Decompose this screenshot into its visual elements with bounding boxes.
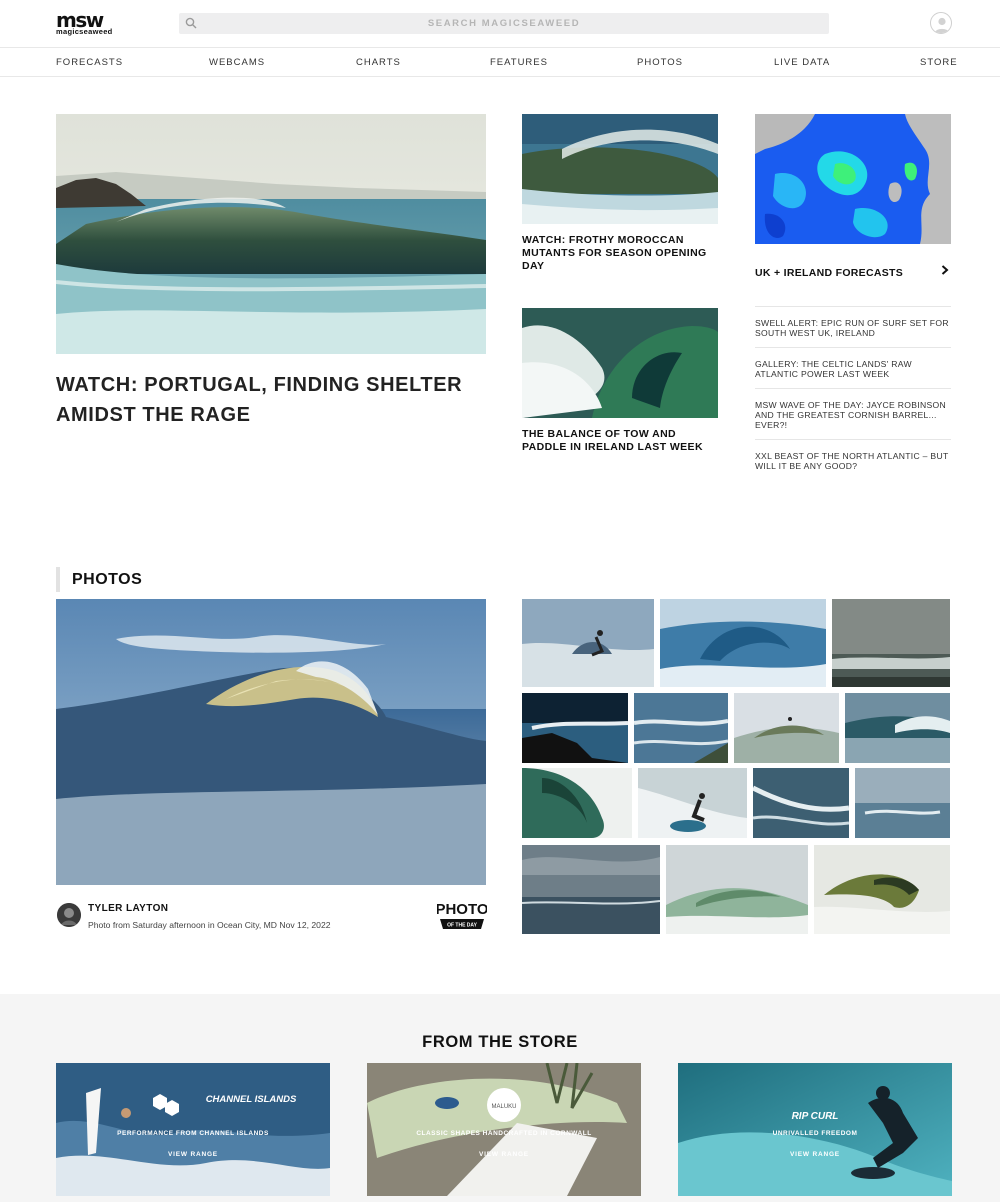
- gallery-thumbnail[interactable]: [814, 845, 950, 934]
- store-tagline: UNRIVALLED FREEDOM: [772, 1130, 858, 1137]
- store-card-rip-curl[interactable]: RIP CURL UNRIVALLED FREEDOM VIEW RANGE: [678, 1063, 952, 1196]
- nav-features[interactable]: FEATURES: [490, 57, 548, 68]
- hero-title[interactable]: WATCH: PORTUGAL, FINDING SHELTER AMIDST …: [56, 370, 476, 430]
- gallery-thumbnail[interactable]: [522, 599, 654, 687]
- store-card-channel-islands[interactable]: CHANNEL ISLANDS PERFORMANCE FROM CHANNEL…: [56, 1063, 330, 1196]
- store-heading: FROM THE STORE: [422, 1033, 578, 1051]
- card-image-morocco[interactable]: [522, 114, 718, 224]
- nav-webcams[interactable]: WEBCAMS: [209, 57, 265, 68]
- gallery-thumbnail[interactable]: [753, 768, 849, 838]
- photographer-avatar[interactable]: [57, 903, 81, 927]
- uk-ireland-forecasts-link[interactable]: UK + IRELAND FORECASTS: [755, 263, 951, 279]
- nav-charts[interactable]: CHARTS: [356, 57, 401, 68]
- photographer-name[interactable]: TYLER LAYTON: [88, 903, 168, 914]
- view-range-button[interactable]: VIEW RANGE: [678, 1151, 952, 1158]
- photos-section-heading: PHOTOS: [56, 567, 142, 592]
- store-tagline: PERFORMANCE FROM CHANNEL ISLANDS: [117, 1130, 269, 1137]
- news-item[interactable]: GALLERY: THE CELTIC LANDS' RAW ATLANTIC …: [755, 347, 951, 388]
- swell-chart-map[interactable]: [755, 114, 951, 244]
- card-image-ireland[interactable]: [522, 308, 718, 418]
- nav-store[interactable]: STORE: [920, 57, 958, 68]
- maluku-logo: MALUKU: [487, 1088, 521, 1122]
- photo-caption: Photo from Saturday afternoon in Ocean C…: [88, 920, 331, 930]
- store-brand-name: RIP CURL: [791, 1111, 839, 1122]
- gallery-thumbnail[interactable]: [522, 845, 660, 934]
- card-title-morocco[interactable]: WATCH: FROTHY MOROCCAN MUTANTS FOR SEASO…: [522, 234, 718, 273]
- nav-live-data[interactable]: LIVE DATA: [774, 57, 830, 68]
- gallery-thumbnail[interactable]: [522, 693, 628, 763]
- logo-mark: msw: [56, 8, 104, 32]
- nav-photos[interactable]: PHOTOS: [637, 57, 683, 68]
- badge-title: PHOTO: [437, 901, 487, 918]
- chevron-right-icon: [941, 265, 949, 275]
- gallery-thumbnail[interactable]: [634, 693, 728, 763]
- search-input[interactable]: [179, 13, 829, 34]
- gallery-thumbnail[interactable]: [734, 693, 839, 763]
- logo-wordmark: magicseaweed: [56, 27, 113, 36]
- nav-forecasts[interactable]: FORECASTS: [56, 57, 123, 68]
- hero-image[interactable]: [56, 114, 486, 354]
- gallery-thumbnail[interactable]: [855, 768, 950, 838]
- account-button[interactable]: [930, 12, 952, 34]
- msw-logo[interactable]: msw magicseaweed: [56, 8, 118, 36]
- user-icon: [934, 17, 950, 33]
- forecast-link-label: UK + IRELAND FORECASTS: [755, 267, 904, 279]
- news-list: SWELL ALERT: EPIC RUN OF SURF SET FOR SO…: [755, 306, 951, 480]
- store-tagline: CLASSIC SHAPES HANDCRAFTED IN CORNWALL: [416, 1130, 592, 1137]
- view-range-button[interactable]: VIEW RANGE: [367, 1151, 641, 1158]
- store-card-maluku[interactable]: MALUKU CLASSIC SHAPES HANDCRAFTED IN COR…: [367, 1063, 641, 1196]
- badge-subtitle: OF THE DAY: [447, 923, 477, 929]
- gallery-thumbnail[interactable]: [845, 693, 950, 763]
- gallery-thumbnail[interactable]: [522, 768, 632, 838]
- store-brand-name: MALUKU: [491, 1104, 516, 1110]
- news-item[interactable]: XXL BEAST OF THE NORTH ATLANTIC – BUT WI…: [755, 439, 951, 480]
- news-item[interactable]: SWELL ALERT: EPIC RUN OF SURF SET FOR SO…: [755, 306, 951, 347]
- gallery-thumbnail[interactable]: [660, 599, 826, 687]
- news-item[interactable]: MSW WAVE OF THE DAY: JAYCE ROBINSON AND …: [755, 388, 951, 439]
- gallery-thumbnail[interactable]: [832, 599, 950, 687]
- photo-of-the-day-image[interactable]: [56, 599, 486, 885]
- card-title-ireland[interactable]: THE BALANCE OF TOW AND PADDLE IN IRELAND…: [522, 428, 718, 454]
- search-bar[interactable]: [179, 13, 829, 34]
- store-brand-name: CHANNEL ISLANDS: [205, 1094, 297, 1105]
- photo-of-the-day-badge: PHOTO OF THE DAY: [435, 897, 489, 933]
- top-bar: msw magicseaweed: [0, 0, 1000, 48]
- gallery-thumbnail[interactable]: [638, 768, 747, 838]
- gallery-thumbnail[interactable]: [666, 845, 808, 934]
- view-range-button[interactable]: VIEW RANGE: [56, 1151, 330, 1158]
- main-nav: FORECASTS WEBCAMS CHARTS FEATURES PHOTOS…: [0, 48, 1000, 77]
